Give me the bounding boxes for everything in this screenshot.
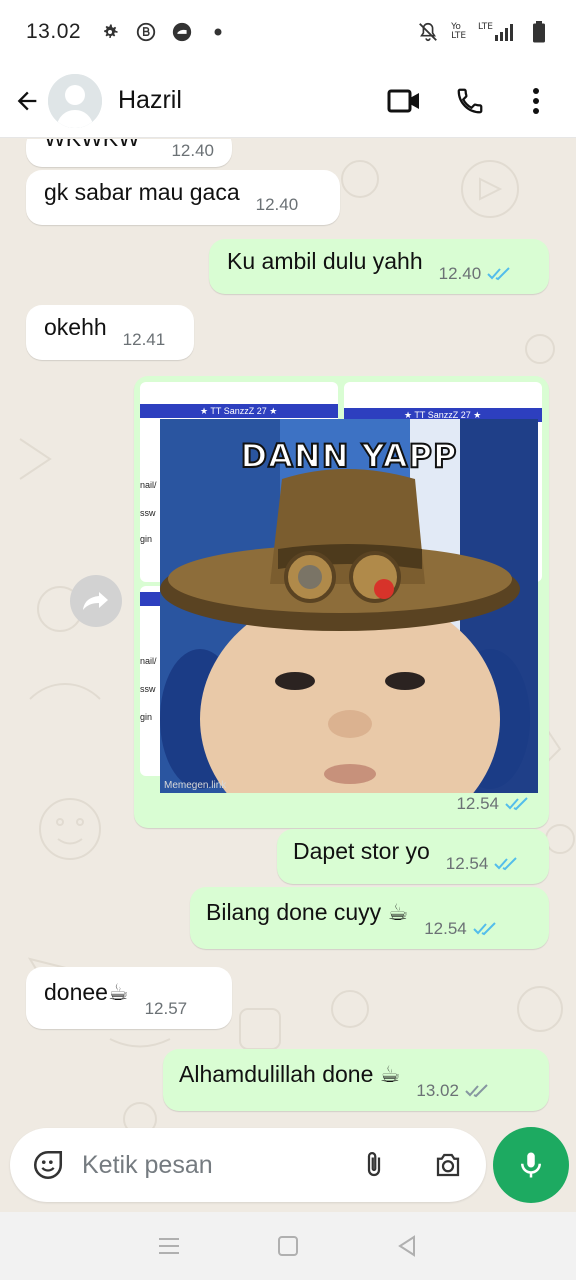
message-text: Ku ambil dulu yahh bbox=[227, 247, 423, 274]
home-square-icon bbox=[277, 1236, 298, 1256]
menu-lines-icon bbox=[159, 1238, 180, 1254]
meme-caption: DANN YAPP bbox=[240, 436, 458, 476]
battery-icon bbox=[528, 21, 550, 43]
message-incoming[interactable]: donee☕ 12.57 bbox=[26, 967, 232, 1029]
business-app-icon bbox=[135, 21, 157, 43]
message-meta: 12.40 bbox=[256, 195, 299, 215]
message-time: 12.54 bbox=[456, 794, 499, 813]
message-incoming[interactable]: okehh 12.41 bbox=[26, 305, 194, 360]
message-incoming[interactable]: gk sabar mau gaca 12.40 bbox=[26, 170, 340, 225]
attach-icon bbox=[367, 1152, 381, 1177]
camera-icon bbox=[436, 1153, 460, 1177]
message-time: 12.41 bbox=[122, 330, 166, 349]
message-meta: 12.54 bbox=[446, 854, 521, 874]
message-time: 12.40 bbox=[255, 195, 299, 214]
message-outgoing[interactable]: Alhamdulillah done ☕ 13.02 bbox=[163, 1049, 549, 1111]
status-notification-icons bbox=[99, 21, 229, 43]
message-meta: 13.02 bbox=[416, 1081, 491, 1101]
status-system-icons: Yo LTE LTE bbox=[417, 21, 550, 43]
message-text: Bilang done cuyy ☕ bbox=[206, 899, 409, 926]
message-outgoing[interactable]: Bilang done cuyy ☕ 12.54 bbox=[190, 887, 549, 949]
mute-icon bbox=[417, 21, 439, 43]
message-time: 12.57 bbox=[144, 999, 188, 1018]
meme-picture bbox=[160, 419, 538, 793]
message-incoming[interactable]: WKWKW 12.40 bbox=[26, 139, 232, 167]
header-actions bbox=[386, 83, 564, 119]
contact-name[interactable]: Hazril bbox=[118, 86, 182, 115]
read-receipt-icon bbox=[487, 267, 510, 281]
message-text: donee☕ bbox=[44, 979, 129, 1006]
more-options-button[interactable] bbox=[518, 83, 554, 119]
video-call-button[interactable] bbox=[386, 83, 422, 119]
message-meta: 12.54 bbox=[424, 919, 499, 939]
thumbnail-label: ssw bbox=[140, 684, 156, 694]
meme-watermark: Memegen.link bbox=[164, 780, 227, 791]
read-receipt-icon bbox=[494, 857, 518, 871]
back-button[interactable] bbox=[12, 86, 42, 116]
sticker-icon bbox=[33, 1150, 63, 1180]
message-input[interactable] bbox=[82, 1150, 342, 1180]
voice-call-button[interactable] bbox=[452, 83, 488, 119]
chat-area[interactable]: WKWKW 12.40 gk sabar mau gaca 12.40 Ku a… bbox=[0, 139, 576, 1139]
message-meta: 12.40 bbox=[171, 141, 214, 161]
read-receipt-icon bbox=[473, 922, 496, 936]
forward-button[interactable] bbox=[70, 575, 122, 627]
message-meta: 12.57 bbox=[145, 999, 188, 1019]
message-text: WKWKW bbox=[44, 139, 140, 153]
settings-icon bbox=[99, 21, 121, 43]
chat-app-icon bbox=[171, 21, 193, 43]
attach-button[interactable] bbox=[354, 1145, 394, 1185]
message-text: gk sabar mau gaca bbox=[44, 178, 240, 205]
notification-dot-icon bbox=[207, 21, 229, 43]
back-arrow-icon bbox=[17, 91, 37, 110]
phone-icon bbox=[457, 88, 483, 113]
back-triangle-icon bbox=[397, 1235, 415, 1257]
avatar-icon bbox=[48, 73, 102, 128]
camera-button[interactable] bbox=[428, 1145, 468, 1185]
message-meta: 12.41 bbox=[123, 330, 166, 350]
back-nav-button[interactable] bbox=[392, 1231, 422, 1261]
status-bar: 13.02 Yo LTE LTE bbox=[0, 0, 576, 64]
message-time: 12.54 bbox=[424, 919, 467, 938]
mic-icon bbox=[521, 1152, 541, 1178]
delivered-receipt-icon bbox=[465, 1084, 488, 1098]
thumbnail-label: ssw bbox=[140, 508, 156, 518]
mic-button[interactable] bbox=[493, 1127, 569, 1203]
avatar[interactable] bbox=[48, 73, 102, 128]
message-text: Dapet stor yo bbox=[293, 837, 430, 864]
read-receipt-icon bbox=[505, 797, 528, 811]
chat-header: Hazril bbox=[0, 64, 576, 138]
status-time: 13.02 bbox=[26, 20, 82, 43]
message-text: okehh bbox=[44, 313, 107, 340]
signal-icon: LTE bbox=[478, 23, 516, 41]
message-outgoing[interactable]: Ku ambil dulu yahh 12.40 bbox=[209, 239, 549, 294]
home-button[interactable] bbox=[273, 1231, 303, 1261]
message-outgoing[interactable]: Dapet stor yo 12.54 bbox=[277, 829, 549, 884]
message-composer bbox=[10, 1128, 486, 1202]
message-time: 12.40 bbox=[438, 264, 482, 283]
sticker-button[interactable] bbox=[28, 1145, 68, 1185]
thumbnail-label: gin bbox=[140, 534, 153, 544]
recents-button[interactable] bbox=[154, 1231, 184, 1261]
message-meta: 12.40 bbox=[439, 264, 514, 284]
message-time: 13.02 bbox=[416, 1081, 459, 1100]
network-label: Yo LTE bbox=[451, 22, 467, 41]
system-nav-bar bbox=[0, 1212, 576, 1280]
thumbnail-label: nail/ bbox=[140, 480, 157, 490]
meme-image[interactable]: DANN YAPP Memegen.link bbox=[160, 419, 538, 793]
message-outgoing-image[interactable]: ★ TT SanzzZ 27 ★ nail/ ssw gin ★ TT Sanz… bbox=[134, 376, 549, 828]
more-icon bbox=[533, 87, 539, 114]
thumbnail-label: gin bbox=[140, 712, 153, 722]
forward-icon bbox=[83, 592, 108, 610]
message-text: Alhamdulillah done ☕ bbox=[179, 1061, 401, 1088]
message-meta: 12.54 bbox=[456, 794, 531, 814]
thumbnail-label: nail/ bbox=[140, 656, 157, 666]
message-time: 12.54 bbox=[445, 854, 489, 873]
thumbnail-title: ★ TT SanzzZ 27 ★ bbox=[200, 406, 278, 416]
video-call-icon bbox=[387, 89, 419, 112]
message-time: 12.40 bbox=[171, 141, 214, 160]
